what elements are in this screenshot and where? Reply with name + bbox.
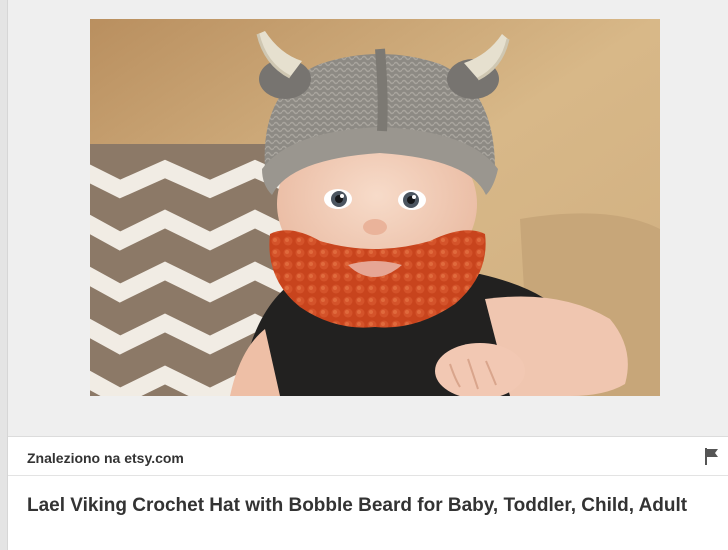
title-area: Lael Viking Crochet Hat with Bobble Bear… (8, 476, 728, 550)
left-border (0, 0, 8, 550)
pin-image[interactable] (90, 19, 660, 396)
source-bar: Znaleziono na etsy.com (8, 436, 728, 476)
source-label[interactable]: Znaleziono na etsy.com (27, 450, 184, 466)
pin-title: Lael Viking Crochet Hat with Bobble Bear… (27, 495, 688, 516)
flag-icon[interactable] (705, 448, 719, 465)
pin-image-illustration (90, 19, 660, 396)
